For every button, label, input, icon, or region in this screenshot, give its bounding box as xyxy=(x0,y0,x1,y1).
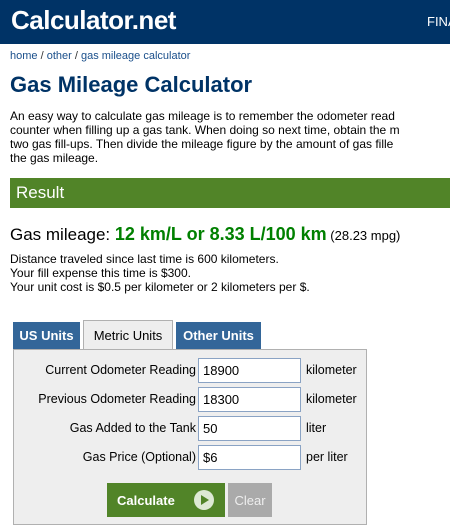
breadcrumb: home / other / gas mileage calculator xyxy=(10,50,190,62)
calculate-label: Calculate xyxy=(117,492,175,508)
breadcrumb-current[interactable]: gas mileage calculator xyxy=(81,50,190,62)
gas-mileage-label: Gas mileage: xyxy=(10,225,115,244)
current-odometer-label: Current Odometer Reading xyxy=(45,363,196,377)
clear-button[interactable]: Clear xyxy=(228,483,272,517)
current-odometer-input[interactable] xyxy=(198,358,301,383)
result-detail-line: Your unit cost is $0.5 per kilometer or … xyxy=(10,280,310,294)
site-logo[interactable]: Calculator.net xyxy=(11,5,176,36)
intro-text: An easy way to calculate gas mileage is … xyxy=(10,109,450,165)
intro-line: An easy way to calculate gas mileage is … xyxy=(10,109,395,123)
nav-link-financial[interactable]: FINA xyxy=(427,14,450,29)
previous-odometer-input[interactable] xyxy=(198,387,301,412)
intro-line: the gas mileage. xyxy=(10,151,99,165)
form-row-gas-price: Gas Price (Optional) per liter xyxy=(14,445,368,471)
form-row-previous-odometer: Previous Odometer Reading kilometer xyxy=(14,387,368,413)
previous-odometer-label: Previous Odometer Reading xyxy=(38,392,196,406)
breadcrumb-separator: / xyxy=(71,50,81,62)
gas-added-label: Gas Added to the Tank xyxy=(69,421,196,435)
gas-price-input[interactable] xyxy=(198,445,301,470)
gas-added-unit: liter xyxy=(306,421,327,435)
page-title: Gas Mileage Calculator xyxy=(10,72,253,97)
result-detail-line: Your fill expense this time is $300. xyxy=(10,266,191,280)
top-header: Calculator.net FINA xyxy=(0,0,450,44)
form-row-current-odometer: Current Odometer Reading kilometer xyxy=(14,358,368,384)
breadcrumb-home[interactable]: home xyxy=(10,50,38,62)
tab-metric-units[interactable]: Metric Units xyxy=(83,320,173,350)
gas-mileage-result: Gas mileage: 12 km/L or 8.33 L/100 km (2… xyxy=(10,224,400,245)
gas-mileage-mpg: (28.23 mpg) xyxy=(326,228,401,243)
tab-us-units[interactable]: US Units xyxy=(13,322,80,350)
gas-price-unit: per liter xyxy=(306,450,348,464)
result-detail-line: Distance traveled since last time is 600… xyxy=(10,252,279,266)
tab-other-units[interactable]: Other Units xyxy=(176,322,261,350)
play-icon xyxy=(194,490,214,510)
form-row-gas-added: Gas Added to the Tank liter xyxy=(14,416,368,442)
intro-line: counter when filling up a gas tank. When… xyxy=(10,123,400,137)
result-details: Distance traveled since last time is 600… xyxy=(10,252,310,294)
calculate-button[interactable]: Calculate xyxy=(107,483,225,517)
breadcrumb-other[interactable]: other xyxy=(47,50,72,62)
gas-price-label: Gas Price (Optional) xyxy=(82,450,196,464)
gas-mileage-value: 12 km/L or 8.33 L/100 km xyxy=(114,224,327,244)
breadcrumb-separator: / xyxy=(37,50,47,62)
previous-odometer-unit: kilometer xyxy=(306,392,357,406)
result-heading: Result xyxy=(10,178,450,208)
intro-line: two gas fill-ups. Then divide the mileag… xyxy=(10,137,394,151)
current-odometer-unit: kilometer xyxy=(306,363,357,377)
gas-added-input[interactable] xyxy=(198,416,301,441)
